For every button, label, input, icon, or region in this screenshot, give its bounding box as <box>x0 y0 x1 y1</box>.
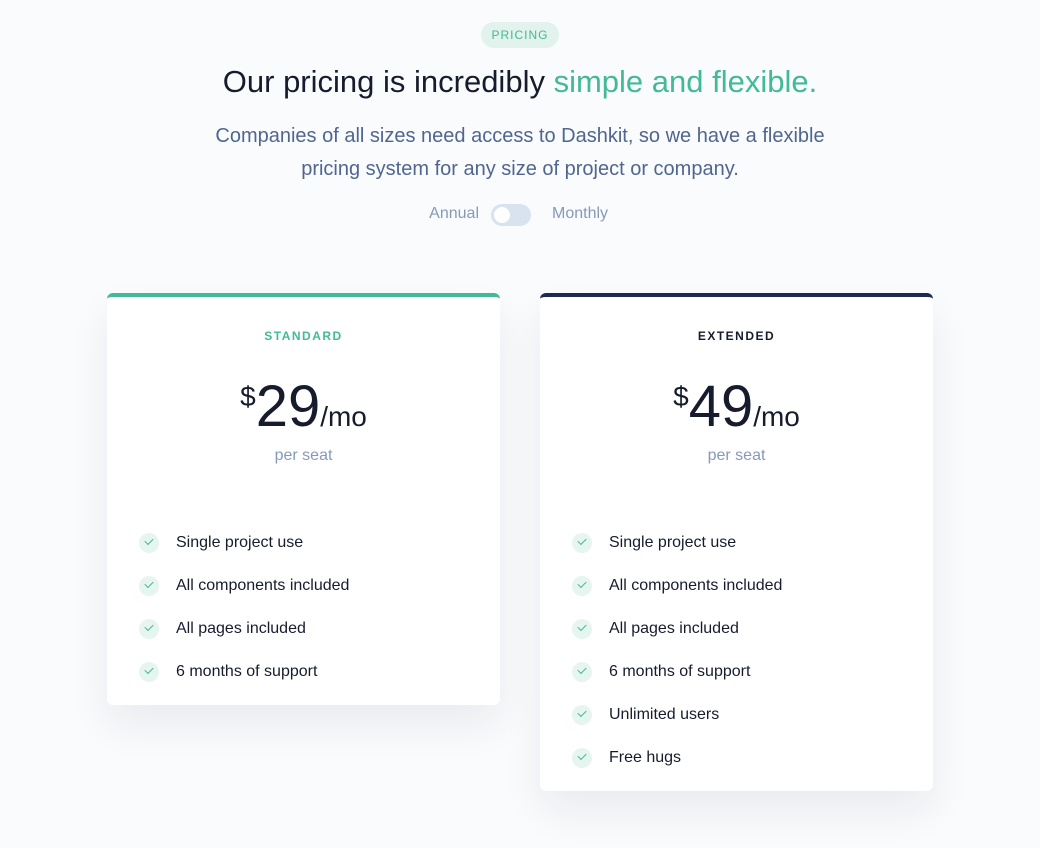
feature-label: Free hugs <box>609 748 682 766</box>
page-title: Our pricing is incredibly simple and fle… <box>0 62 1040 102</box>
feature-list: Single project use All components include… <box>139 521 349 693</box>
plan-name: STANDARD <box>264 329 343 343</box>
feature-item: 6 months of support <box>139 650 349 693</box>
plan-name: EXTENDED <box>697 329 776 343</box>
check-icon <box>572 747 592 768</box>
feature-label: All pages included <box>176 619 306 637</box>
feature-label: Single project use <box>176 533 304 551</box>
page-subtitle: Companies of all sizes need access to Da… <box>215 125 825 180</box>
feature-item: All pages included <box>139 607 349 650</box>
price-amount: 29 <box>255 374 321 439</box>
price-unit: per seat <box>274 447 333 464</box>
feature-item: Unlimited users <box>572 693 782 736</box>
annual-label[interactable]: Annual <box>429 205 479 223</box>
check-icon <box>572 704 592 725</box>
check-icon <box>139 661 159 682</box>
feature-item: 6 months of support <box>572 650 782 693</box>
feature-item: Free hugs <box>572 736 782 779</box>
feature-list: Single project use All components include… <box>572 521 782 779</box>
feature-item: All components included <box>139 564 349 607</box>
feature-label: 6 months of support <box>609 662 751 680</box>
feature-label: All components included <box>176 576 350 594</box>
check-icon <box>572 661 592 682</box>
feature-label: Single project use <box>609 533 737 551</box>
feature-label: All pages included <box>609 619 739 637</box>
check-icon <box>572 532 592 553</box>
title-main: Our pricing is incredibly <box>222 64 554 99</box>
plan-card-extended: EXTENDED $49/mo per seat Single project … <box>540 293 933 791</box>
price-currency: $ <box>240 381 256 412</box>
feature-label: All components included <box>609 576 783 594</box>
feature-item: Single project use <box>572 521 782 564</box>
check-icon <box>139 575 159 596</box>
price-period: /mo <box>320 401 367 432</box>
check-icon <box>572 575 592 596</box>
title-accent: simple and flexible. <box>553 64 818 99</box>
check-icon <box>139 532 159 553</box>
feature-label: 6 months of support <box>176 662 318 680</box>
feature-label: Unlimited users <box>609 705 720 723</box>
plan-price: $29/mo <box>107 375 500 439</box>
check-icon <box>139 618 159 639</box>
billing-period-toggle[interactable] <box>491 204 531 226</box>
billing-toggle-group: Annual Monthly <box>0 203 1040 227</box>
price-unit: per seat <box>707 447 766 464</box>
feature-item: All components included <box>572 564 782 607</box>
toggle-knob <box>494 207 510 223</box>
feature-item: All pages included <box>572 607 782 650</box>
plan-price: $49/mo <box>540 375 933 439</box>
price-period: /mo <box>753 401 800 432</box>
plan-card-standard: STANDARD $29/mo per seat Single project … <box>107 293 500 705</box>
feature-item: Single project use <box>139 521 349 564</box>
pricing-badge: PRICING <box>481 22 559 48</box>
price-currency: $ <box>673 381 689 412</box>
check-icon <box>572 618 592 639</box>
price-amount: 49 <box>688 374 754 439</box>
monthly-label[interactable]: Monthly <box>552 205 608 223</box>
